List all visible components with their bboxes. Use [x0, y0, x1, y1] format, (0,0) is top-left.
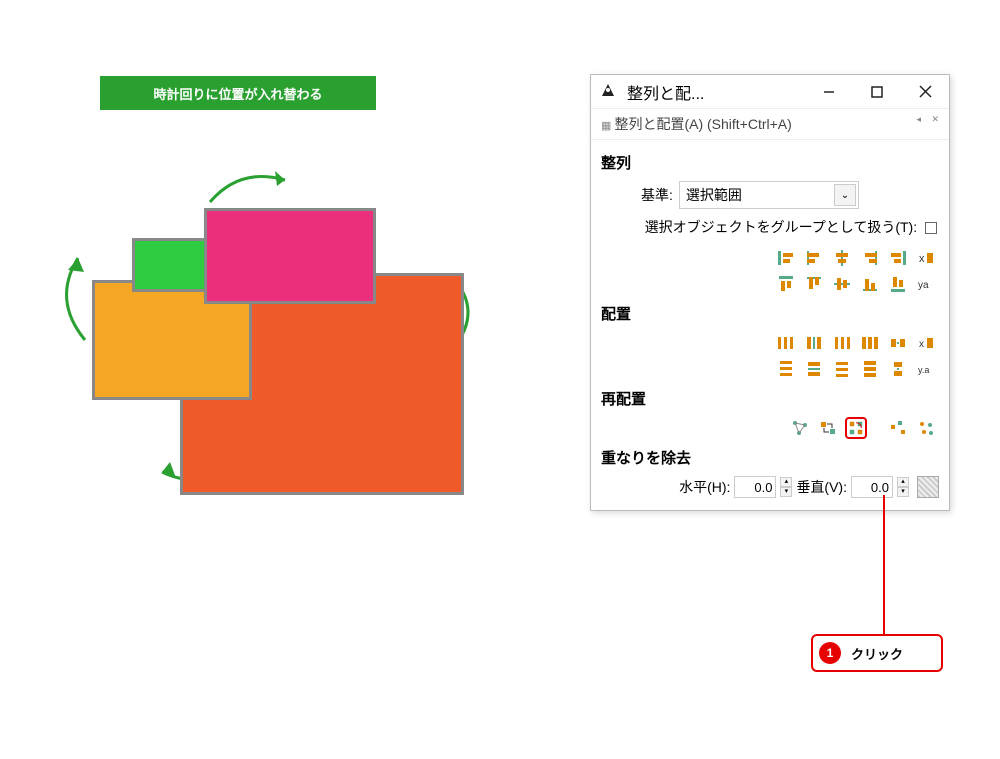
- dist-make-hgap-icon[interactable]: [887, 332, 909, 354]
- rearrange-icons-row: [601, 417, 939, 439]
- treat-as-group-label: 選択オブジェクトをグループとして扱う(T):: [645, 219, 918, 235]
- dialog-sub-header: ▦ 整列と配置(A) (Shift+Ctrl+A) ◂ ✕: [591, 109, 949, 140]
- align-right-icon[interactable]: [859, 247, 881, 269]
- close-button[interactable]: [901, 75, 949, 109]
- dist-top-icon[interactable]: [775, 358, 797, 380]
- align-bottom-icon[interactable]: [859, 273, 881, 295]
- dist-make-vgap-icon[interactable]: [887, 358, 909, 380]
- dialog-titlebar: 整列と配...: [591, 75, 949, 109]
- svg-text:x: x: [919, 339, 924, 350]
- align-text-y-icon[interactable]: ya: [915, 273, 937, 295]
- rearrange-random-icon[interactable]: [887, 417, 909, 439]
- callout-line: [883, 495, 885, 640]
- svg-text:y.a: y.a: [918, 365, 929, 375]
- callout-text: クリック: [851, 644, 903, 663]
- align-right-out-icon[interactable]: [887, 247, 909, 269]
- basis-label: 基準:: [641, 185, 673, 205]
- distribute-icons-row1: x: [601, 332, 939, 354]
- dist-text-x-icon[interactable]: x: [915, 332, 937, 354]
- dist-hcenter-icon[interactable]: [803, 332, 825, 354]
- minimize-button[interactable]: [805, 75, 853, 109]
- maximize-button[interactable]: [853, 75, 901, 109]
- section-align-label: 整列: [601, 152, 939, 173]
- dock-controls[interactable]: ◂ ✕: [916, 114, 943, 125]
- dist-right-icon[interactable]: [831, 332, 853, 354]
- align-vcenter-icon[interactable]: [831, 273, 853, 295]
- app-icon: [591, 82, 625, 102]
- align-left-out-icon[interactable]: [775, 247, 797, 269]
- dist-vgap-icon[interactable]: [859, 358, 881, 380]
- vert-spinner[interactable]: ▴▾: [897, 477, 909, 497]
- remove-overlap-button[interactable]: [917, 476, 939, 498]
- svg-text:x: x: [919, 253, 925, 265]
- dist-vcenter-icon[interactable]: [803, 358, 825, 380]
- basis-select[interactable]: 選択範囲 ⌄: [679, 181, 859, 209]
- rearrange-graph-icon[interactable]: [789, 417, 811, 439]
- shape-pink[interactable]: [204, 208, 376, 304]
- rearrange-swap-icon[interactable]: [817, 417, 839, 439]
- align-distribute-dialog: 整列と配... ▦ 整列と配置(A) (Shift+Ctrl+A) ◂ ✕ 整列…: [590, 74, 950, 511]
- align-icons-row2: ya: [601, 273, 939, 295]
- dialog-title: 整列と配...: [625, 80, 805, 104]
- svg-text:ya: ya: [918, 280, 929, 291]
- section-rearrange-label: 再配置: [601, 388, 939, 409]
- distribute-icons-row2: y.a: [601, 358, 939, 380]
- align-left-icon[interactable]: [803, 247, 825, 269]
- align-text-x-icon[interactable]: x: [915, 247, 937, 269]
- align-top-out-icon[interactable]: [775, 273, 797, 295]
- vert-input[interactable]: [851, 476, 893, 498]
- horiz-label: 水平(H):: [679, 477, 730, 497]
- shape-green[interactable]: [132, 238, 214, 292]
- canvas-area: [80, 160, 510, 520]
- dist-left-icon[interactable]: [775, 332, 797, 354]
- arrow-clockwise-top: [200, 162, 300, 212]
- dist-bottom-icon[interactable]: [831, 358, 853, 380]
- rearrange-unclump-icon[interactable]: [915, 417, 937, 439]
- callout-badge: 1: [819, 642, 841, 664]
- horiz-input[interactable]: [734, 476, 776, 498]
- align-top-icon[interactable]: [803, 273, 825, 295]
- section-distribute-label: 配置: [601, 303, 939, 324]
- treat-as-group-checkbox[interactable]: [925, 222, 937, 234]
- rearrange-clockwise-icon[interactable]: [845, 417, 867, 439]
- horiz-spinner[interactable]: ▴▾: [780, 477, 792, 497]
- callout-box: 1 クリック: [811, 634, 943, 672]
- dist-hgap-icon[interactable]: [859, 332, 881, 354]
- align-bottom-out-icon[interactable]: [887, 273, 909, 295]
- align-hcenter-icon[interactable]: [831, 247, 853, 269]
- annotation-banner: 時計回りに位置が入れ替わる: [100, 76, 376, 110]
- vert-label: 垂直(V):: [796, 477, 847, 497]
- dist-text-y-icon[interactable]: y.a: [915, 358, 937, 380]
- docked-tab-icon: ▦: [601, 120, 614, 132]
- chevron-down-icon: ⌄: [834, 184, 856, 206]
- align-icons-row1: x: [601, 247, 939, 269]
- section-overlap-label: 重なりを除去: [601, 447, 939, 468]
